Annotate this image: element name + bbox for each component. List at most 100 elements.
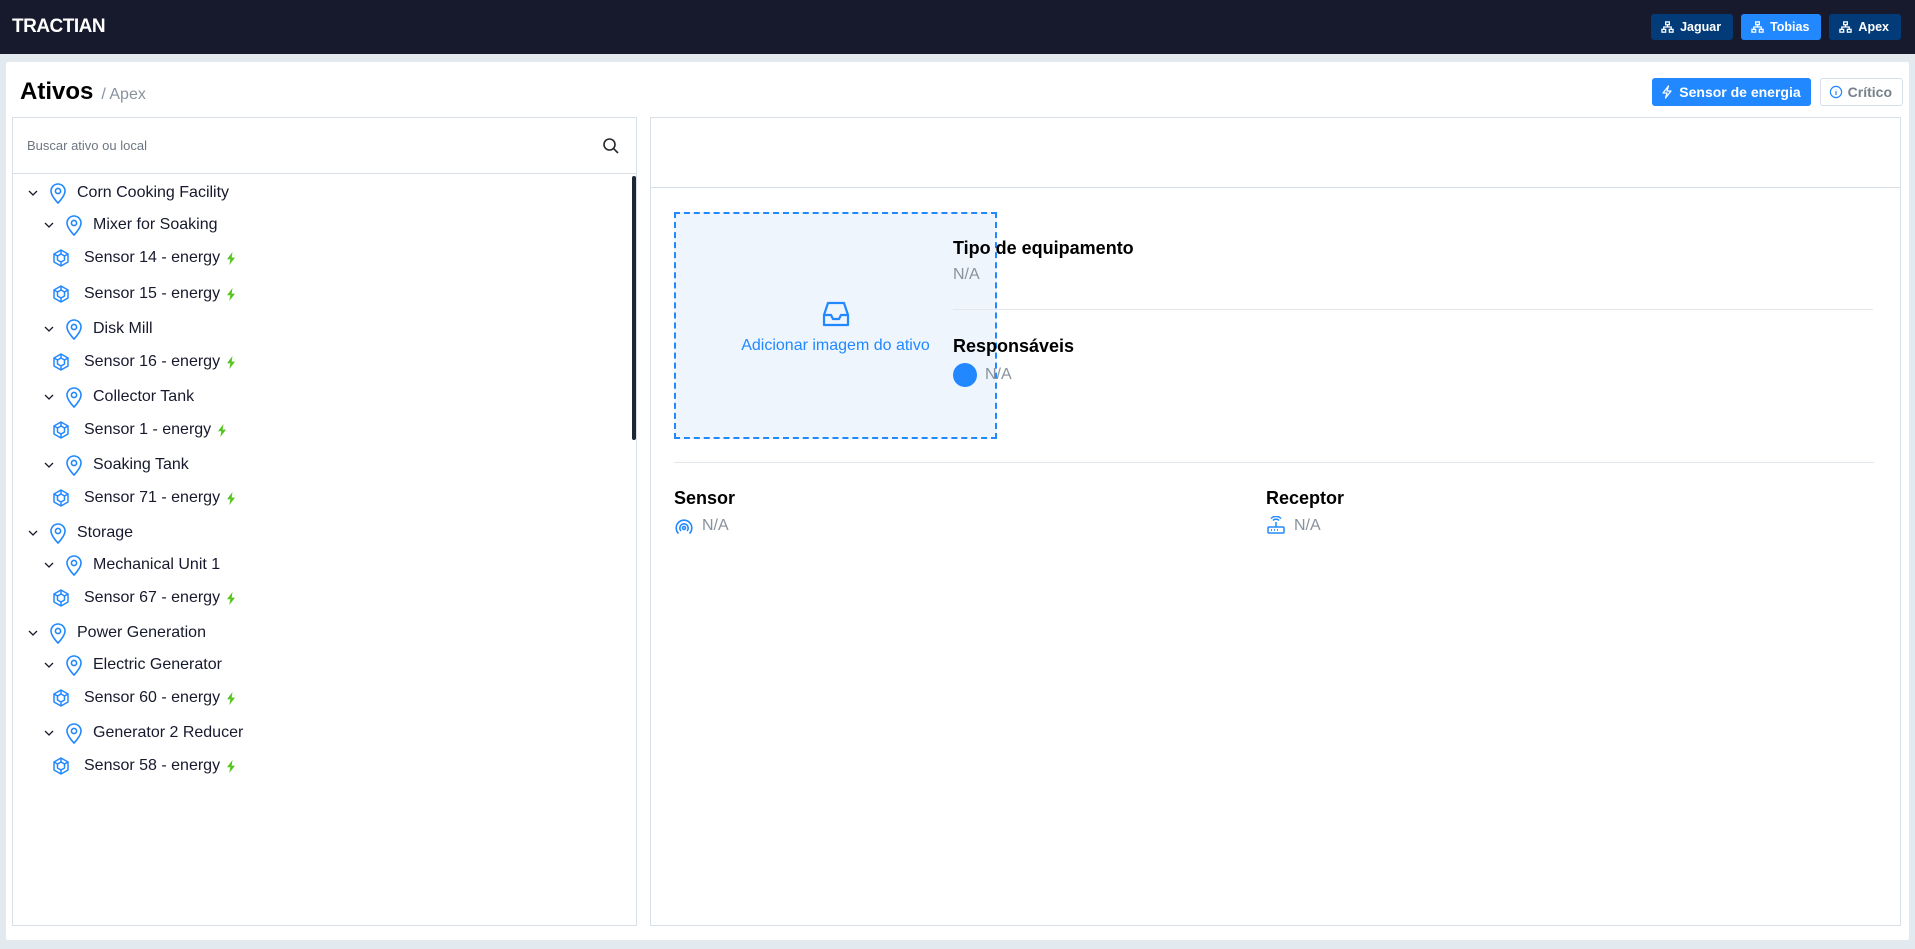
unit-label: Apex xyxy=(1858,20,1889,34)
tree-node-label: Soaking Tank xyxy=(93,456,189,473)
unit-button-jaguar[interactable]: Jaguar xyxy=(1651,14,1734,40)
search-icon[interactable] xyxy=(602,137,620,155)
chevron-down-icon[interactable] xyxy=(27,527,39,539)
tree-component-node[interactable]: Sensor 71 - energy xyxy=(51,488,236,508)
critical-filter-label: Crítico xyxy=(1847,84,1892,100)
chevron-down-icon[interactable] xyxy=(27,627,39,639)
page-title: Ativos xyxy=(20,78,94,105)
component-icon xyxy=(53,249,69,267)
unit-button-apex[interactable]: Apex xyxy=(1829,14,1901,40)
equipment-type-label: Tipo de equipamento xyxy=(953,238,1134,258)
receptor-value: N/A xyxy=(1294,517,1321,534)
tree-node-label: Mixer for Soaking xyxy=(93,216,218,233)
sensor-label: Sensor xyxy=(674,488,736,508)
energy-bolt-icon xyxy=(227,591,236,605)
tree-node-label: Disk Mill xyxy=(93,320,153,337)
component-icon xyxy=(53,757,69,775)
tree-component-node[interactable]: Sensor 16 - energy xyxy=(51,352,236,372)
tree-node-label: Mechanical Unit 1 xyxy=(93,556,221,573)
location-pin-icon xyxy=(66,387,82,408)
receptor-row: N/A xyxy=(1266,516,1321,536)
energy-bolt-icon xyxy=(227,691,236,705)
tree-location-node[interactable]: Collector Tank xyxy=(43,386,194,408)
tree-node-label: Power Generation xyxy=(77,624,206,641)
location-pin-icon xyxy=(50,183,66,204)
energy-bolt-icon xyxy=(227,287,236,301)
tree-component-node[interactable]: Sensor 60 - energy xyxy=(51,688,236,708)
component-icon xyxy=(53,285,69,303)
tree-component-node[interactable]: Sensor 15 - energy xyxy=(51,284,236,304)
tree-location-node[interactable]: Generator 2 Reducer xyxy=(43,722,243,744)
unit-label: Tobias xyxy=(1770,20,1810,34)
chevron-down-icon[interactable] xyxy=(43,219,55,231)
chevron-down-icon[interactable] xyxy=(27,187,39,199)
main-content: Ativos / Apex Sensor de energia Crítico … xyxy=(6,62,1909,940)
equipment-type-value: N/A xyxy=(953,266,980,283)
location-pin-icon xyxy=(50,523,66,544)
chevron-down-icon[interactable] xyxy=(43,659,55,671)
tree-node-label: Sensor 1 - energy xyxy=(84,421,212,438)
energy-sensor-filter-button[interactable]: Sensor de energia xyxy=(1652,78,1811,106)
chevron-down-icon[interactable] xyxy=(43,459,55,471)
bolt-icon xyxy=(1662,85,1672,99)
tree-node-label: Sensor 71 - energy xyxy=(84,489,221,506)
location-pin-icon xyxy=(66,655,82,676)
filter-buttons: Sensor de energia Crítico xyxy=(1652,78,1903,106)
chevron-down-icon[interactable] xyxy=(43,391,55,403)
search-bar xyxy=(13,118,636,174)
tree-node-label: Collector Tank xyxy=(93,388,195,405)
search-input[interactable] xyxy=(25,137,602,154)
tree-scrollbar[interactable] xyxy=(632,176,636,440)
responsibles-row: N/A xyxy=(953,363,1012,387)
asset-tree-panel: Corn Cooking Facility Mixer for Soaking Se… xyxy=(12,117,637,926)
tree-location-node[interactable]: Mechanical Unit 1 xyxy=(43,554,220,576)
tree-node-label: Storage xyxy=(77,524,134,541)
location-pin-icon xyxy=(66,555,82,576)
tree-location-node[interactable]: Disk Mill xyxy=(43,318,153,340)
responsibles-label: Responsáveis xyxy=(953,336,1075,356)
energy-bolt-icon xyxy=(227,251,236,265)
tree-location-node[interactable]: Electric Generator xyxy=(43,654,222,676)
detail-header xyxy=(651,118,1900,188)
responsibles-value: N/A xyxy=(985,366,1012,383)
tree-location-node[interactable]: Soaking Tank xyxy=(43,454,189,476)
chevron-down-icon[interactable] xyxy=(43,323,55,335)
tree-node-label: Electric Generator xyxy=(93,656,222,673)
inbox-icon xyxy=(822,301,849,326)
tree-node-label: Sensor 16 - energy xyxy=(84,353,221,370)
company-unit-icon xyxy=(1661,20,1674,33)
tree-component-node[interactable]: Sensor 67 - energy xyxy=(51,588,236,608)
receptor-label: Receptor xyxy=(1266,488,1345,508)
tree-location-node[interactable]: Corn Cooking Facility xyxy=(27,182,229,204)
component-icon xyxy=(53,421,69,439)
tree-location-node[interactable]: Mixer for Soaking xyxy=(43,214,218,236)
tree-location-node[interactable]: Storage xyxy=(27,522,133,544)
chevron-down-icon[interactable] xyxy=(43,559,55,571)
avatar xyxy=(953,363,977,387)
tree-component-node[interactable]: Sensor 58 - energy xyxy=(51,756,236,776)
energy-bolt-icon xyxy=(218,423,227,437)
location-pin-icon xyxy=(66,319,82,340)
tree-node-label: Sensor 58 - energy xyxy=(84,757,221,774)
sensor-value: N/A xyxy=(702,517,729,534)
asset-detail-panel: Adicionar imagem do ativo Tipo de equipa… xyxy=(650,117,1901,926)
component-icon xyxy=(53,689,69,707)
tree-component-node[interactable]: Sensor 1 - energy xyxy=(51,420,227,440)
add-asset-image-dropzone[interactable]: Adicionar imagem do ativo xyxy=(674,212,997,439)
info-circle-icon xyxy=(1829,85,1842,99)
chevron-down-icon[interactable] xyxy=(43,727,55,739)
critical-filter-button[interactable]: Crítico xyxy=(1819,78,1903,106)
company-unit-icon xyxy=(1839,20,1853,33)
breadcrumb: / Apex xyxy=(101,86,146,103)
tree-location-node[interactable]: Power Generation xyxy=(27,622,206,644)
tractian-logo[interactable]: TRACTIAN xyxy=(12,16,106,38)
router-icon xyxy=(1267,516,1285,534)
energy-sensor-filter-label: Sensor de energia xyxy=(1679,84,1801,100)
location-pin-icon xyxy=(66,723,82,744)
page-header: Ativos / Apex Sensor de energia Crítico xyxy=(20,76,1903,108)
unit-button-tobias[interactable]: Tobias xyxy=(1741,14,1822,40)
tree-node-label: Sensor 15 - energy xyxy=(84,285,221,302)
tree-node-label: Sensor 67 - energy xyxy=(84,589,221,606)
tree-component-node[interactable]: Sensor 14 - energy xyxy=(51,248,236,268)
location-pin-icon xyxy=(66,215,82,236)
